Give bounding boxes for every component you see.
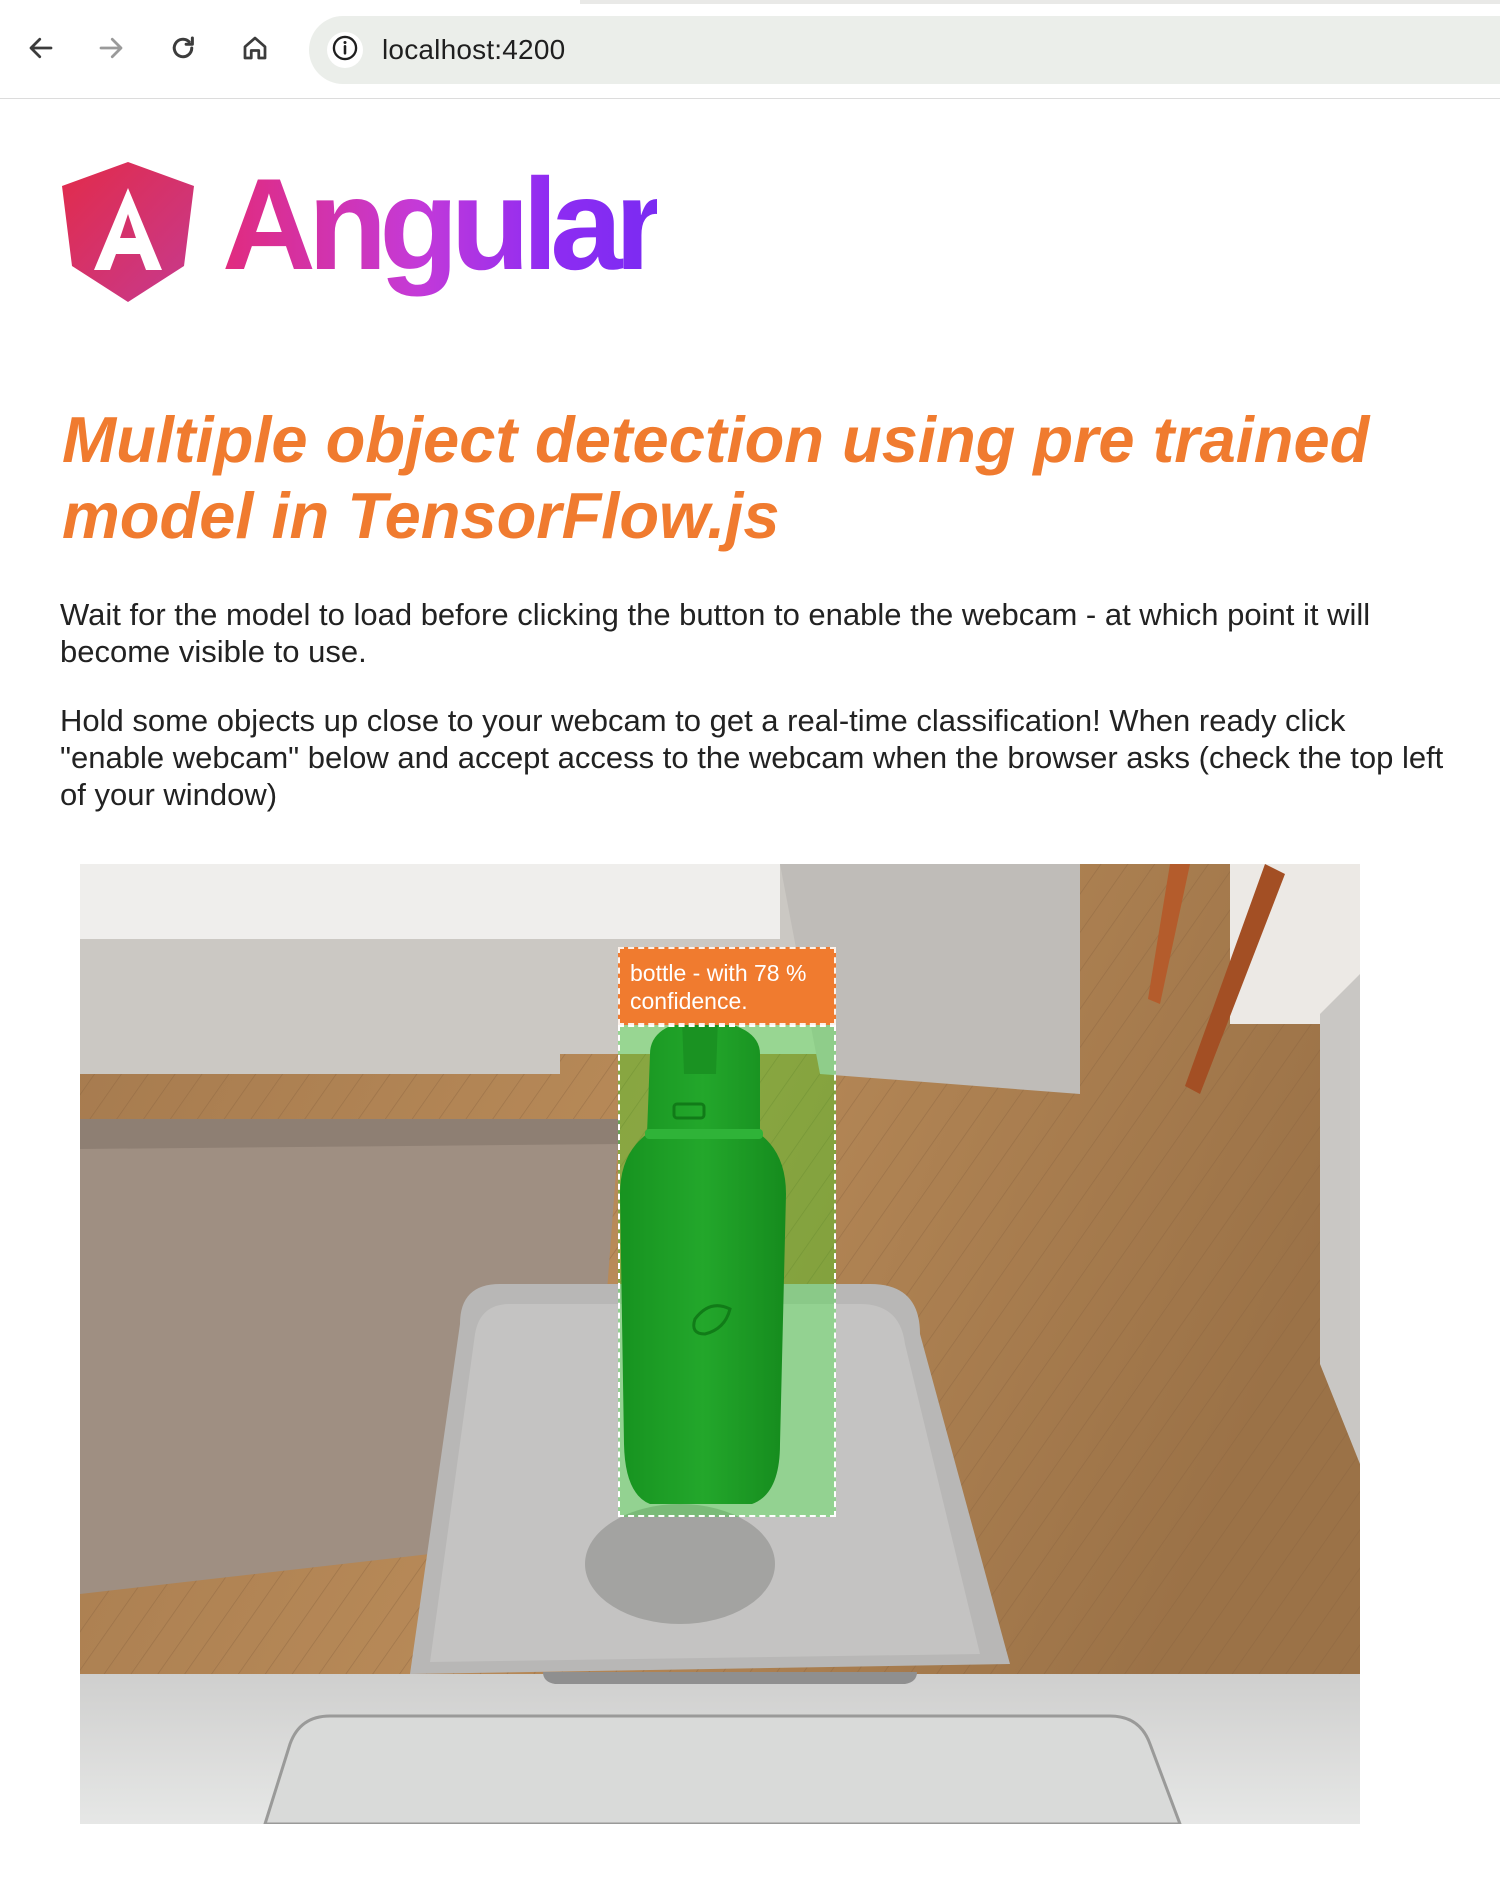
- site-info-icon: [331, 34, 359, 67]
- intro-text: Wait for the model to load before clicki…: [60, 597, 1371, 669]
- reload-icon: [168, 33, 198, 68]
- address-bar[interactable]: localhost:4200: [309, 16, 1500, 84]
- angular-logo: Angular: [58, 151, 665, 310]
- instructions-text: Hold some objects up close to your webca…: [60, 703, 1444, 812]
- site-info-button[interactable]: [327, 32, 363, 68]
- home-icon: [240, 33, 270, 68]
- home-button[interactable]: [232, 27, 278, 73]
- angular-wordmark: Angular: [222, 150, 665, 300]
- webcam-view[interactable]: bottle - with 78 % confidence.: [80, 864, 1360, 1824]
- detection-highlighter: [618, 1025, 836, 1517]
- forward-arrow-icon: [96, 33, 126, 68]
- browser-toolbar: localhost:4200: [0, 0, 1500, 99]
- page-title: Multiple object detection using pre trai…: [62, 403, 1370, 552]
- back-arrow-icon: [26, 33, 56, 68]
- tab-strip: [0, 0, 1500, 4]
- url-text[interactable]: localhost:4200: [382, 34, 565, 66]
- back-button[interactable]: [18, 27, 64, 73]
- detection-label: bottle - with 78 % confidence.: [618, 947, 836, 1025]
- forward-button[interactable]: [88, 27, 134, 73]
- reload-button[interactable]: [160, 27, 206, 73]
